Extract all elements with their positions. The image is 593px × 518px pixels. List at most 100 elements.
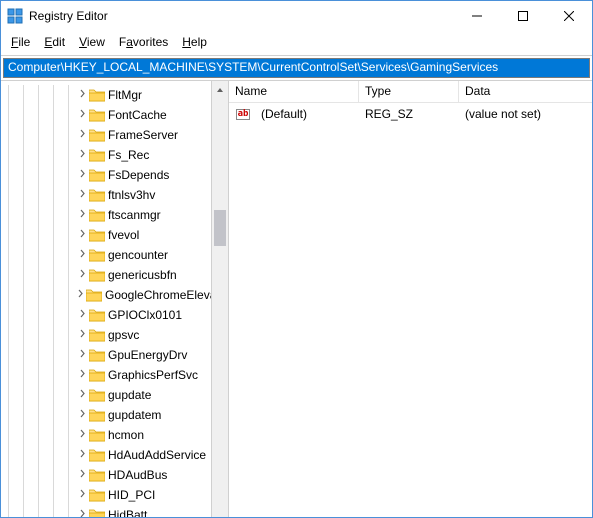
folder-icon — [89, 128, 105, 142]
folder-icon — [89, 188, 105, 202]
chevron-right-icon[interactable] — [76, 329, 88, 341]
chevron-right-icon[interactable] — [76, 89, 88, 101]
folder-icon — [89, 208, 105, 222]
window-title: Registry Editor — [29, 9, 108, 23]
tree-item[interactable]: gupdate — [1, 385, 211, 405]
tree-item[interactable]: FrameServer — [1, 125, 211, 145]
tree-item-label: HdAudAddService — [108, 448, 206, 462]
column-header-name[interactable]: Name — [229, 81, 359, 102]
tree-item-label: ftscanmgr — [108, 208, 161, 222]
chevron-right-icon[interactable] — [76, 169, 88, 181]
tree-item[interactable]: gencounter — [1, 245, 211, 265]
menu-file[interactable]: File — [5, 33, 36, 51]
column-header-data[interactable]: Data — [459, 81, 592, 102]
tree-item[interactable]: HidBatt — [1, 505, 211, 517]
tree-item[interactable]: Fs_Rec — [1, 145, 211, 165]
tree-item-label: ftnlsv3hv — [108, 188, 155, 202]
tree-item-label: gpsvc — [108, 328, 139, 342]
folder-icon — [89, 468, 105, 482]
tree-item[interactable]: HdAudAddService — [1, 445, 211, 465]
tree-item[interactable]: HDAudBus — [1, 465, 211, 485]
tree-item-label: GraphicsPerfSvc — [108, 368, 198, 382]
chevron-right-icon[interactable] — [76, 209, 88, 221]
tree-item[interactable]: genericusbfn — [1, 265, 211, 285]
folder-icon — [89, 108, 105, 122]
folder-icon — [89, 308, 105, 322]
tree-item[interactable]: FsDepends — [1, 165, 211, 185]
tree-item[interactable]: GoogleChromeElevationService — [1, 285, 211, 305]
tree-item[interactable]: hcmon — [1, 425, 211, 445]
tree-item-label: gupdatem — [108, 408, 161, 422]
tree-item[interactable]: gupdatem — [1, 405, 211, 425]
tree-item[interactable]: FontCache — [1, 105, 211, 125]
chevron-right-icon[interactable] — [76, 449, 88, 461]
chevron-right-icon[interactable] — [76, 489, 88, 501]
folder-icon — [89, 428, 105, 442]
list-row[interactable]: ab (Default) REG_SZ (value not set) — [229, 105, 592, 123]
chevron-right-icon[interactable] — [76, 509, 88, 517]
list-body[interactable]: ab (Default) REG_SZ (value not set) — [229, 103, 592, 517]
menu-help[interactable]: Help — [176, 33, 213, 51]
folder-icon — [89, 408, 105, 422]
folder-icon — [89, 328, 105, 342]
scroll-up-button[interactable] — [212, 81, 228, 98]
folder-icon — [86, 288, 102, 302]
tree-item-label: hcmon — [108, 428, 144, 442]
chevron-right-icon[interactable] — [76, 409, 88, 421]
chevron-right-icon[interactable] — [76, 229, 88, 241]
tree-item-label: Fs_Rec — [108, 148, 149, 162]
folder-icon — [89, 88, 105, 102]
tree-item-label: genericusbfn — [108, 268, 177, 282]
chevron-right-icon[interactable] — [76, 249, 88, 261]
window: Registry Editor File Edit View Favorites… — [0, 0, 593, 518]
chevron-right-icon[interactable] — [76, 349, 88, 361]
string-value-icon: ab — [235, 106, 251, 122]
tree-item-label: HidBatt — [108, 508, 147, 517]
tree-view[interactable]: FltMgr FontCacheFrameServer Fs_Rec FsDepend… — [1, 81, 211, 517]
menu-favorites[interactable]: Favorites — [113, 33, 174, 51]
list-pane: Name Type Data ab (Default) REG_SZ (valu… — [229, 81, 592, 517]
menu-edit[interactable]: Edit — [38, 33, 71, 51]
chevron-right-icon[interactable] — [76, 149, 88, 161]
chevron-right-icon[interactable] — [76, 369, 88, 381]
minimize-button[interactable] — [454, 1, 500, 31]
scroll-thumb[interactable] — [214, 210, 226, 246]
tree-item[interactable]: ftnlsv3hv — [1, 185, 211, 205]
close-button[interactable] — [546, 1, 592, 31]
tree-item-label: HID_PCI — [108, 488, 155, 502]
tree-item[interactable]: GraphicsPerfSvc — [1, 365, 211, 385]
chevron-right-icon[interactable] — [76, 289, 85, 301]
tree-item[interactable]: gpsvc — [1, 325, 211, 345]
chevron-right-icon[interactable] — [76, 269, 88, 281]
chevron-right-icon[interactable] — [76, 109, 88, 121]
chevron-right-icon[interactable] — [76, 129, 88, 141]
tree-item[interactable]: HID_PCI — [1, 485, 211, 505]
tree-item-label: FltMgr — [108, 88, 142, 102]
tree-item[interactable]: GpuEnergyDrv — [1, 345, 211, 365]
folder-icon — [89, 508, 105, 517]
tree-item-label: FsDepends — [108, 168, 169, 182]
chevron-right-icon[interactable] — [76, 189, 88, 201]
tree-item[interactable]: GPIOClx0101 — [1, 305, 211, 325]
chevron-right-icon[interactable] — [76, 469, 88, 481]
tree-item[interactable]: fvevol — [1, 225, 211, 245]
chevron-right-icon[interactable] — [76, 429, 88, 441]
chevron-right-icon[interactable] — [76, 309, 88, 321]
tree-scrollbar-vertical[interactable] — [211, 81, 228, 517]
column-header-type[interactable]: Type — [359, 81, 459, 102]
tree-item[interactable]: ftscanmgr — [1, 205, 211, 225]
scroll-track[interactable] — [212, 98, 228, 517]
menu-view[interactable]: View — [73, 33, 111, 51]
tree-item-label: GPIOClx0101 — [108, 308, 182, 322]
tree-item[interactable]: FltMgr — [1, 85, 211, 105]
chevron-right-icon[interactable] — [76, 389, 88, 401]
maximize-button[interactable] — [500, 1, 546, 31]
address-bar[interactable]: Computer\HKEY_LOCAL_MACHINE\SYSTEM\Curre… — [3, 58, 590, 78]
tree-item-label: gencounter — [108, 248, 168, 262]
tree-pane[interactable]: FltMgr FontCacheFrameServer Fs_Rec FsDepend… — [1, 81, 229, 517]
tree-pane-container: FltMgr FontCacheFrameServer Fs_Rec FsDepend… — [1, 81, 229, 517]
folder-icon — [89, 488, 105, 502]
regedit-icon — [7, 8, 23, 24]
folder-icon — [89, 168, 105, 182]
folder-icon — [89, 448, 105, 462]
